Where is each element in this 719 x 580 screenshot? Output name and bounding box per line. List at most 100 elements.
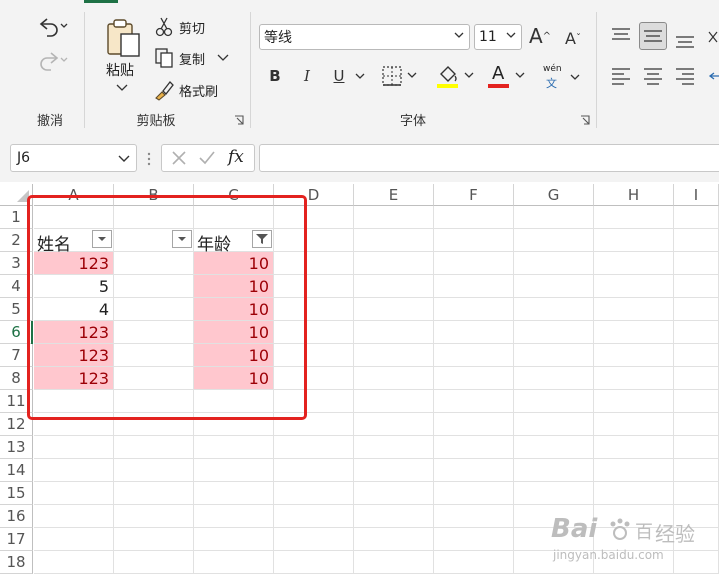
grow-font-button[interactable]: A ^: [527, 22, 553, 50]
grid-cell[interactable]: [354, 482, 434, 505]
grid-cell[interactable]: [434, 367, 514, 390]
grid-cell[interactable]: [434, 482, 514, 505]
grid-cell[interactable]: [434, 413, 514, 436]
phonetic-guide-button[interactable]: wén 文: [540, 64, 582, 90]
copy-button[interactable]: 复制: [153, 47, 243, 69]
dialog-launcher-icon[interactable]: [580, 115, 591, 126]
grid-cell[interactable]: [34, 436, 114, 459]
grid-cell[interactable]: [594, 459, 674, 482]
grid-cell[interactable]: [34, 505, 114, 528]
grid-cell[interactable]: [434, 321, 514, 344]
grid-cell[interactable]: [274, 528, 354, 551]
grid-cell[interactable]: [34, 482, 114, 505]
grid-cell[interactable]: [434, 344, 514, 367]
undo-button[interactable]: [26, 12, 72, 40]
grid-cell[interactable]: [674, 321, 719, 344]
grid-cell[interactable]: [594, 390, 674, 413]
grid-cell[interactable]: [354, 436, 434, 459]
column-header[interactable]: G: [514, 184, 594, 206]
grid-cell[interactable]: [274, 551, 354, 574]
row-header[interactable]: 17: [0, 528, 33, 551]
font-name-select[interactable]: 等线: [259, 24, 470, 50]
bottom-align-button[interactable]: [672, 26, 698, 52]
grid-cell[interactable]: [354, 321, 434, 344]
grid-cell[interactable]: [274, 459, 354, 482]
grid-cell[interactable]: [674, 275, 719, 298]
row-header[interactable]: 15: [0, 482, 33, 505]
column-header[interactable]: E: [354, 184, 434, 206]
column-header[interactable]: I: [674, 184, 719, 206]
grid-cell[interactable]: [34, 528, 114, 551]
grid-cell[interactable]: [194, 528, 274, 551]
grid-cell[interactable]: [274, 482, 354, 505]
grid-cell[interactable]: [594, 413, 674, 436]
grid-cell[interactable]: [434, 436, 514, 459]
grid-cell[interactable]: [114, 528, 194, 551]
grid-cell[interactable]: [674, 390, 719, 413]
grid-cell[interactable]: [514, 252, 594, 275]
paste-button[interactable]: 粘贴: [96, 16, 146, 98]
grid-cell[interactable]: [594, 367, 674, 390]
grid-cell[interactable]: [594, 482, 674, 505]
grid-cell[interactable]: [34, 459, 114, 482]
grid-cell[interactable]: [194, 459, 274, 482]
grid-cell[interactable]: [354, 367, 434, 390]
grid-cell[interactable]: [114, 436, 194, 459]
grid-cell[interactable]: [354, 206, 434, 229]
name-box[interactable]: J6: [10, 144, 137, 172]
grid-cell[interactable]: [594, 252, 674, 275]
italic-button[interactable]: I: [296, 64, 318, 88]
grid-cell[interactable]: [514, 344, 594, 367]
grid-cell[interactable]: [274, 436, 354, 459]
grid-cell[interactable]: [114, 505, 194, 528]
insert-function-button[interactable]: fx: [228, 147, 244, 167]
grid-cell[interactable]: [354, 275, 434, 298]
indent-button[interactable]: [706, 64, 719, 88]
grid-cell[interactable]: [674, 229, 719, 252]
grid-cell[interactable]: [114, 482, 194, 505]
orientation-button[interactable]: [706, 26, 719, 52]
grid-cell[interactable]: [434, 390, 514, 413]
grid-cell[interactable]: [354, 413, 434, 436]
border-button[interactable]: [380, 64, 420, 88]
format-painter-button[interactable]: 格式刷: [153, 79, 233, 101]
shrink-font-button[interactable]: Aˇ: [560, 24, 586, 52]
cancel-icon[interactable]: [170, 149, 188, 167]
chevron-down-icon[interactable]: [355, 73, 365, 81]
grid-cell[interactable]: [434, 206, 514, 229]
grid-cell[interactable]: [194, 551, 274, 574]
grid-cell[interactable]: [354, 252, 434, 275]
fill-color-button[interactable]: [435, 62, 477, 90]
dialog-launcher-icon[interactable]: [234, 115, 245, 126]
grid-cell[interactable]: [514, 206, 594, 229]
grid-cell[interactable]: [674, 459, 719, 482]
grid-cell[interactable]: [594, 275, 674, 298]
grid-cell[interactable]: [514, 321, 594, 344]
grid-cell[interactable]: [194, 436, 274, 459]
grid-cell[interactable]: [434, 229, 514, 252]
top-align-button[interactable]: [608, 24, 634, 50]
grid-cell[interactable]: [594, 229, 674, 252]
grid-cell[interactable]: [674, 482, 719, 505]
grid-cell[interactable]: [674, 436, 719, 459]
font-color-button[interactable]: A: [486, 62, 528, 90]
grid-cell[interactable]: [114, 459, 194, 482]
grid-cell[interactable]: [354, 528, 434, 551]
row-header[interactable]: 13: [0, 436, 33, 459]
grid-cell[interactable]: [594, 321, 674, 344]
align-right-button[interactable]: [672, 64, 698, 88]
grid-cell[interactable]: [354, 298, 434, 321]
grid-cell[interactable]: [674, 298, 719, 321]
grid-cell[interactable]: [354, 344, 434, 367]
grid-cell[interactable]: [434, 252, 514, 275]
redo-button[interactable]: [26, 46, 72, 74]
grid-cell[interactable]: [514, 229, 594, 252]
check-icon[interactable]: [198, 149, 216, 167]
align-left-button[interactable]: [608, 64, 634, 88]
row-header[interactable]: 16: [0, 505, 33, 528]
grid-cell[interactable]: [34, 551, 114, 574]
grid-cell[interactable]: [674, 413, 719, 436]
grid-cell[interactable]: [674, 367, 719, 390]
row-header[interactable]: 14: [0, 459, 33, 482]
middle-align-button[interactable]: [639, 22, 667, 50]
